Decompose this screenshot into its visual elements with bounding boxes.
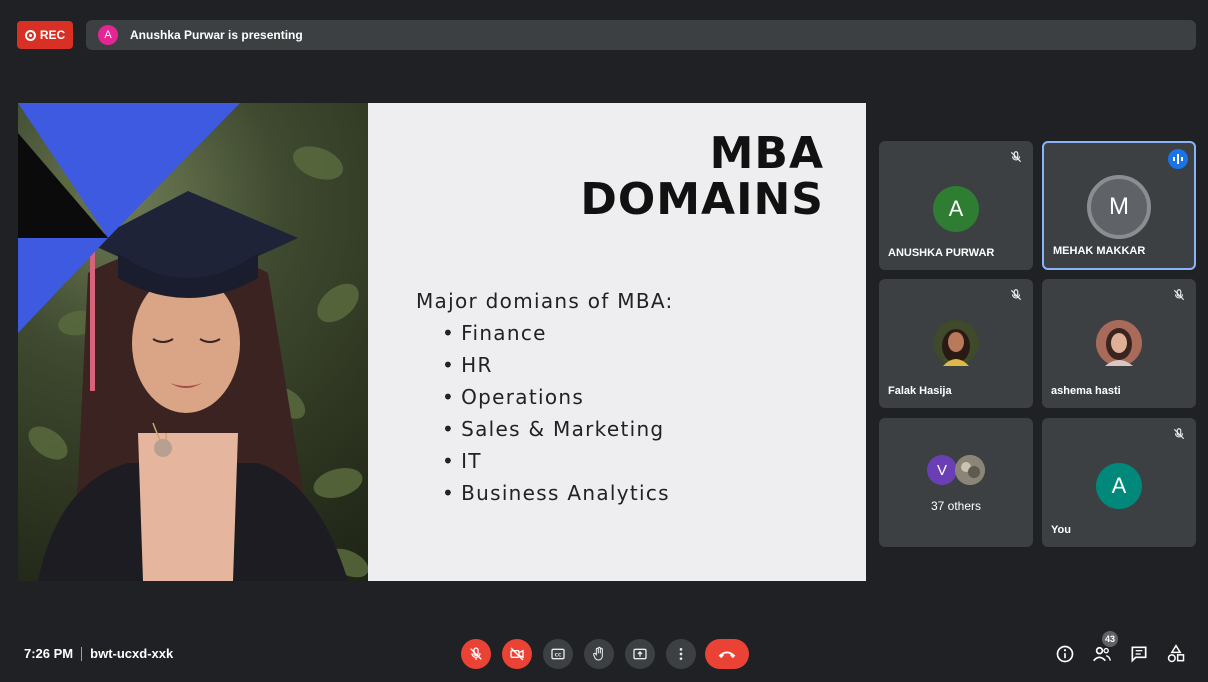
presentation-slide: MBA DOMAINS Major domians of MBA: Financ… [18,103,866,581]
slide-intro: Major domians of MBA: [416,289,674,313]
title-line-2: DOMAINS [580,174,824,225]
mic-toggle-button[interactable] [461,639,491,669]
list-item: Operations [442,381,674,413]
participant-name: You [1051,524,1071,536]
others-avatars: V [927,455,985,485]
avatar-photo [1096,320,1142,366]
avatar-photo [933,320,979,366]
avatar-photo [955,455,985,485]
end-call-button[interactable] [705,639,749,669]
list-item: Sales & Marketing [442,413,674,445]
rec-label: REC [39,28,66,42]
slide-title: MBA DOMAINS [580,131,824,223]
recording-badge: REC [17,21,73,49]
graduate-photo [18,103,368,581]
people-icon [1093,646,1111,662]
mic-off-icon [1173,428,1185,440]
info-icon [1056,645,1074,663]
chat-button[interactable] [1128,643,1150,665]
participant-tile[interactable]: ashema hasti [1042,279,1196,408]
presenting-banner[interactable]: A Anushka Purwar is presenting [86,20,1196,50]
clock-time: 7:26 PM [24,646,74,661]
list-item: IT [442,445,674,477]
participant-name: ANUSHKA PURWAR [888,247,995,259]
title-line-1: MBA [709,128,824,179]
mic-off-icon [1173,289,1185,301]
raise-hand-icon [593,646,603,661]
participant-name: MEHAK MAKKAR [1053,245,1146,257]
avatar: M [1087,175,1151,239]
self-tile[interactable]: A You [1042,418,1196,547]
list-item: Finance [442,317,674,349]
camera-off-icon [510,647,524,661]
participant-tile[interactable]: A ANUSHKA PURWAR [879,141,1033,270]
others-tile[interactable]: V 37 others [879,418,1033,547]
chat-icon [1131,646,1147,663]
list-item: Business Analytics [442,477,674,509]
raise-hand-button[interactable] [584,639,614,669]
present-now-button[interactable] [625,639,655,669]
captions-icon: CC [551,648,565,660]
record-icon [24,29,36,41]
meeting-details: 7:26 PM bwt-ucxd-xxk [24,646,173,661]
more-options-button[interactable] [666,639,696,669]
list-item: HR [442,349,674,381]
others-count-label: 37 others [930,499,982,513]
presenter-avatar: A [98,25,118,45]
slide-body: Major domians of MBA: Finance HR Operati… [416,285,674,509]
divider [81,646,83,661]
meeting-code: bwt-ucxd-xxk [90,646,174,661]
participant-name: Falak Hasija [888,385,952,397]
more-options-icon [679,648,683,660]
participant-name: ashema hasti [1051,385,1121,397]
camera-toggle-button[interactable] [502,639,532,669]
end-call-icon [718,651,736,659]
speaking-indicator-icon [1168,149,1188,169]
mic-off-icon [1010,151,1022,163]
activities-icon [1167,644,1185,663]
participant-tile-speaking[interactable]: M MEHAK MAKKAR [1042,141,1196,270]
mic-off-icon [470,647,482,660]
meeting-info-button[interactable] [1054,643,1076,665]
mic-off-icon [1010,289,1022,301]
avatar: A [1096,463,1142,509]
avatar: V [927,455,957,485]
participant-tile[interactable]: Falak Hasija [879,279,1033,408]
svg-text:CC: CC [555,652,562,658]
present-icon [633,648,647,660]
domain-list: Finance HR Operations Sales & Marketing … [416,317,674,509]
participant-count-badge: 43 [1102,631,1118,647]
presenting-text: Anushka Purwar is presenting [130,28,303,42]
avatar: A [933,186,979,232]
captions-button[interactable]: CC [543,639,573,669]
activities-button[interactable] [1165,643,1187,665]
